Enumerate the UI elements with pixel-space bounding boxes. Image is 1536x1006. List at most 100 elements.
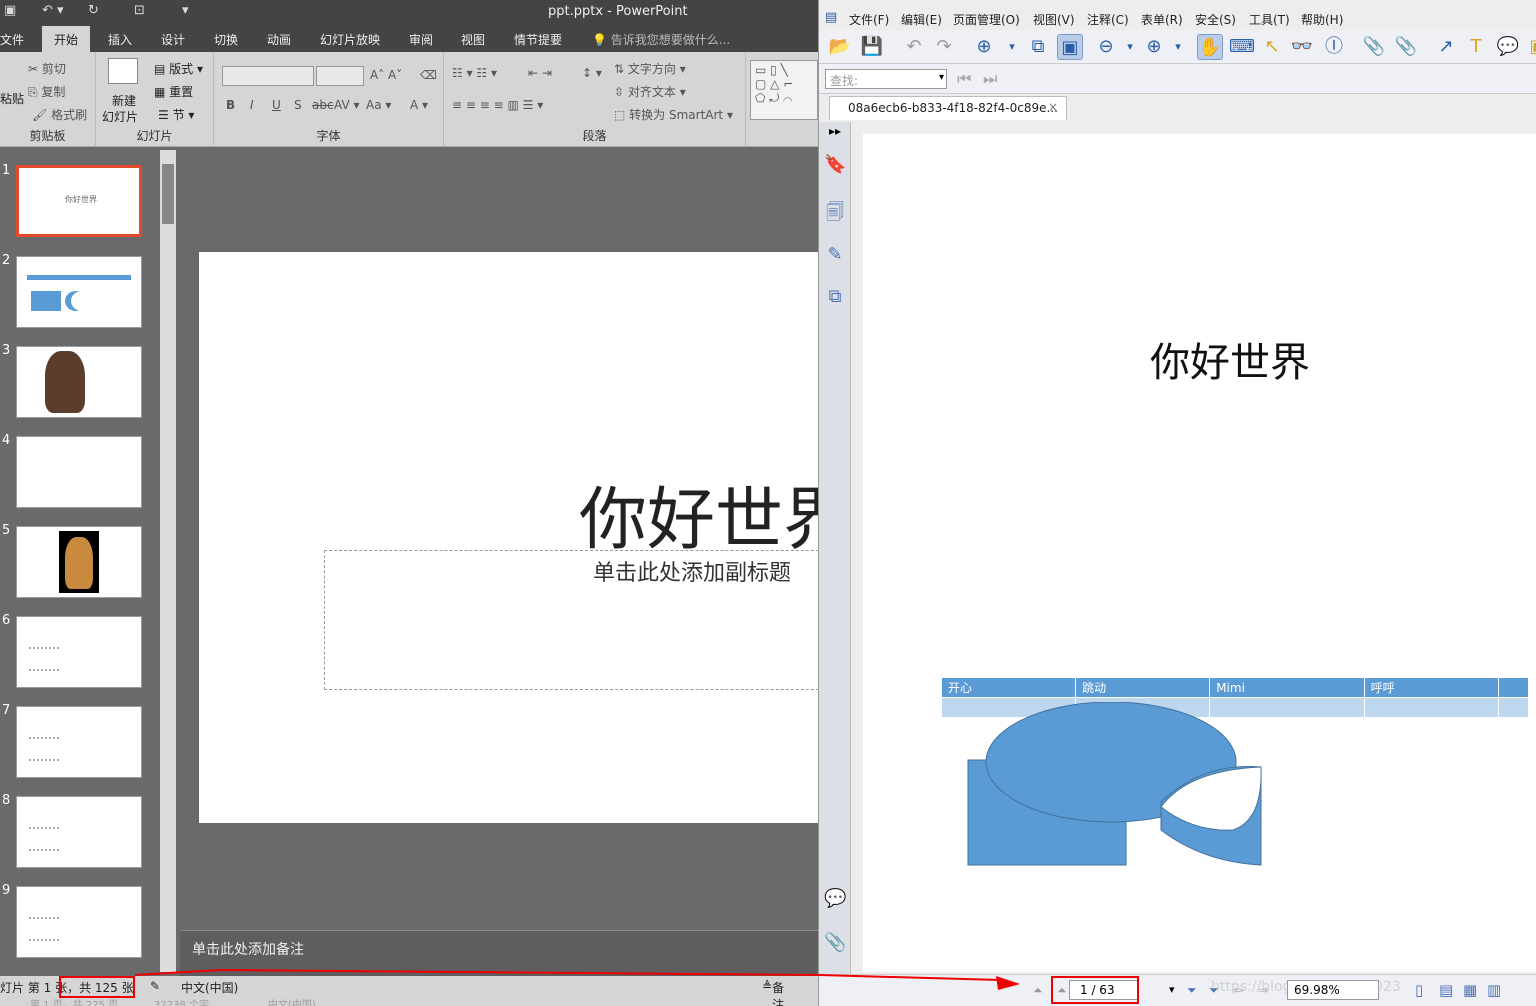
notes-toggle[interactable]: ≜ 备注 <box>762 979 784 1006</box>
slide-thumbnail-4[interactable] <box>16 436 142 508</box>
notes-pane[interactable]: 单击此处添加备注 <box>180 930 818 976</box>
save-icon[interactable]: 💾 <box>859 34 885 60</box>
single-page-icon[interactable]: ▯ <box>1415 981 1423 999</box>
continuous-icon[interactable]: ▤ <box>1439 981 1453 999</box>
menu-view[interactable]: 视图(V) <box>1033 11 1075 28</box>
note-icon[interactable]: 💬 <box>1495 34 1521 60</box>
find-prev-icon[interactable]: ⏮ <box>957 69 971 89</box>
select-arrow-icon[interactable]: ↖ <box>1259 34 1285 60</box>
undo-icon[interactable]: ↶ ▾ <box>42 3 64 18</box>
font-name-select[interactable] <box>222 66 314 86</box>
arrow-tool-icon[interactable]: ↗ <box>1433 34 1459 60</box>
tab-insert[interactable]: 插入 <box>108 31 132 48</box>
tab-slideshow[interactable]: 幻灯片放映 <box>320 31 380 48</box>
smartart-button[interactable]: ⬚ 转换为 SmartArt ▾ <box>614 106 733 123</box>
copy-button[interactable]: ⎘ 复制 <box>28 83 65 100</box>
attach-icon[interactable]: 📎 <box>1361 34 1387 60</box>
first-page-icon[interactable]: ⏶ <box>1033 983 1043 998</box>
zoom-icon[interactable]: ⊕ <box>971 34 997 60</box>
align-text-button[interactable]: ⇳ 对齐文本 ▾ <box>614 83 686 100</box>
slide-thumbnail-5[interactable] <box>16 526 142 598</box>
undo-icon[interactable]: ↶ <box>901 34 927 60</box>
attach-file-icon[interactable]: 📎 <box>1393 34 1419 60</box>
facing-icon[interactable]: ▦ <box>1463 981 1477 999</box>
slide-thumbnail-9[interactable] <box>16 886 142 958</box>
tab-transitions[interactable]: 切换 <box>214 31 238 48</box>
tab-view[interactable]: 视图 <box>461 31 485 48</box>
menu-edit[interactable]: 编辑(E) <box>901 11 942 28</box>
save-icon[interactable]: ▣ <box>4 3 16 18</box>
slide-title[interactable]: 你好世界 <box>579 464 818 563</box>
text-direction-button[interactable]: ⇅ 文字方向 ▾ <box>614 60 686 77</box>
text-box-icon[interactable]: T <box>1463 34 1489 60</box>
subtitle-placeholder-box[interactable]: 单击此处添加副标题 <box>324 550 818 690</box>
search-dropdown-icon[interactable]: ▾ <box>939 72 944 83</box>
zoom-in-icon[interactable]: ⊕ <box>1141 34 1167 60</box>
continuous-facing-icon[interactable]: ▥ <box>1487 981 1501 999</box>
slide-thumbnail-1[interactable]: 你好世界 <box>16 165 142 237</box>
scrollbar-thumb[interactable] <box>162 164 174 224</box>
underline-icon[interactable]: U <box>272 98 281 112</box>
thumbnail-scrollbar[interactable] <box>160 150 176 972</box>
zoom-in-dropdown-icon[interactable]: ▾ <box>1165 34 1191 60</box>
tab-storyboard[interactable]: 情节提要 <box>514 31 562 48</box>
tab-file[interactable]: 文件 <box>0 31 24 48</box>
find-icon[interactable]: 👓 <box>1289 34 1315 60</box>
line-spacing-icon[interactable]: ↕ ▾ <box>582 66 602 80</box>
change-case-icon[interactable]: Aa ▾ <box>366 98 391 112</box>
zoom-out-icon[interactable]: ⊖ <box>1093 34 1119 60</box>
menu-file[interactable]: 文件(F) <box>849 11 889 28</box>
present-icon[interactable]: ⊡ <box>134 3 145 18</box>
format-painter-button[interactable]: 🖌 格式刷 <box>32 106 87 123</box>
tab-animations[interactable]: 动画 <box>267 31 291 48</box>
bold-icon[interactable]: B <box>226 98 235 112</box>
document-tab[interactable]: 08a6ecb6-b833-4f18-82f4-0c89e... × <box>829 96 1067 120</box>
fit-page-icon[interactable]: ⧉ <box>1025 34 1051 60</box>
zoom-dropdown-icon[interactable]: ▾ <box>999 34 1025 60</box>
menu-help[interactable]: 帮助(H) <box>1301 11 1343 28</box>
menu-tools[interactable]: 工具(T) <box>1249 11 1290 28</box>
more-tools-icon[interactable]: ▣ <box>1525 34 1536 60</box>
bullets-icon[interactable]: ☷ ▾ ☷ ▾ <box>452 66 497 80</box>
new-slide-label-2[interactable]: 幻灯片 <box>102 108 138 125</box>
redo-icon[interactable]: ↷ <box>931 34 957 60</box>
new-slide-icon[interactable] <box>108 58 138 84</box>
search-input[interactable]: 查找: <box>825 69 947 89</box>
language-status[interactable]: 中文(中国) <box>181 979 238 996</box>
fit-width-icon[interactable]: ▣ <box>1057 34 1083 60</box>
align-icons[interactable]: ≡ ≡ ≡ ≡ ▥ ☰ ▾ <box>452 98 543 112</box>
spacing-icon[interactable]: AV ▾ <box>334 98 360 112</box>
pdf-page[interactable]: 你好世界 开心 跳动 Mimi 呼呼 <box>863 134 1536 972</box>
clear-format-icon[interactable]: ⌫ <box>420 68 437 82</box>
slide-thumbnail-8[interactable] <box>16 796 142 868</box>
notes-edit-icon[interactable]: ✎ <box>150 979 160 993</box>
attachments-icon[interactable]: 📎 <box>824 932 846 956</box>
cut-button[interactable]: ✂ 剪切 <box>28 60 66 77</box>
shadow-icon[interactable]: S <box>294 98 302 112</box>
pages-icon[interactable]: 🗐 <box>824 200 846 224</box>
tab-home[interactable]: 开始 <box>42 26 91 52</box>
slide-thumbnail-3[interactable] <box>16 346 142 418</box>
expand-panel-icon[interactable]: ▸▸ <box>829 124 841 138</box>
section-button[interactable]: ☰ 节 ▾ <box>158 106 194 123</box>
redo-icon[interactable]: ↻ <box>88 3 99 18</box>
font-size-select[interactable] <box>316 66 364 86</box>
shapes-gallery[interactable]: ▭ ▯ ╲ ▢ △ ⌐ ⬠ ⤾ ⌒ <box>750 60 818 120</box>
next-page-icon[interactable]: ⏷ <box>1187 983 1197 998</box>
menu-page-manage[interactable]: 页面管理(O) <box>953 11 1020 28</box>
bookmarks-icon[interactable]: 🔖 <box>824 154 846 178</box>
strikethrough-icon[interactable]: abc <box>312 98 334 112</box>
indent-icon[interactable]: ⇤ ⇥ <box>528 66 552 80</box>
menu-security[interactable]: 安全(S) <box>1195 11 1236 28</box>
page-dropdown-icon[interactable]: ▾ <box>1169 983 1175 996</box>
italic-icon[interactable]: I <box>250 98 254 112</box>
menu-form[interactable]: 表单(R) <box>1141 11 1183 28</box>
zoom-out-dropdown-icon[interactable]: ▾ <box>1117 34 1143 60</box>
comments-icon[interactable]: 💬 <box>824 888 846 912</box>
tab-design[interactable]: 设计 <box>161 31 185 48</box>
shape-icons[interactable]: ▭ ▯ ╲ ▢ △ ⌐ ⬠ ⤾ ⌒ <box>755 63 793 106</box>
paste-button[interactable]: 粘贴 <box>0 90 24 107</box>
tell-me-search[interactable]: 💡 告诉我您想要做什么... <box>592 31 730 48</box>
slide-thumbnail-6[interactable] <box>16 616 142 688</box>
typewriter-icon[interactable]: Ⓘ <box>1321 34 1347 60</box>
